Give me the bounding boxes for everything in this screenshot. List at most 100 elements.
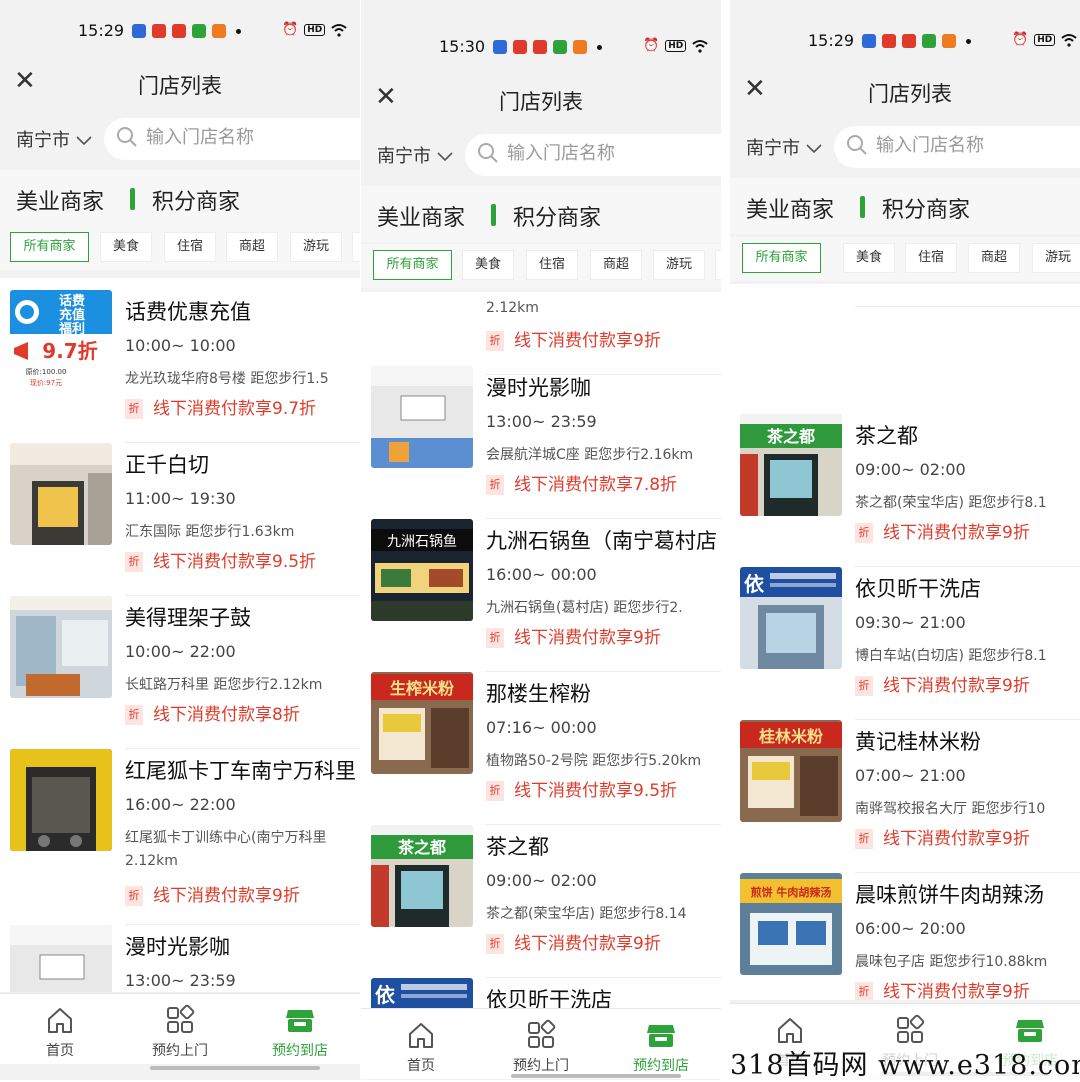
- tab-beauty-merchants[interactable]: 美业商家: [377, 200, 465, 232]
- search-input[interactable]: [505, 142, 709, 165]
- more-notifications-dot: [236, 28, 241, 34]
- store-thumbnail-image: 茶之都: [740, 414, 842, 516]
- filter-chip-more[interactable]: [352, 232, 360, 262]
- wifi-icon: [331, 23, 347, 37]
- search-box[interactable]: [104, 118, 360, 160]
- list-item-partial[interactable]: 2.12km 折线下消费付款享9折: [361, 292, 721, 375]
- filter-chip[interactable]: 所有商家: [373, 250, 452, 280]
- status-time: 15:29: [808, 31, 855, 50]
- tab-home[interactable]: 首页: [361, 1009, 481, 1079]
- tab-label: 预约上门: [152, 1043, 208, 1059]
- store-thumbnail-image: [10, 749, 112, 851]
- tab-book-store[interactable]: 预约到店: [601, 1009, 721, 1079]
- tab-beauty-merchants[interactable]: 美业商家: [746, 192, 834, 224]
- store-name: 晨味煎饼牛肉胡辣汤: [855, 883, 1044, 907]
- filter-chip[interactable]: 美食: [462, 250, 514, 280]
- filter-chip[interactable]: 商超: [968, 243, 1020, 273]
- list-item-partial[interactable]: 07:16~ 00:00植物路50-2号院 距您步行5.20折线下消费付款享9.…: [730, 284, 1080, 307]
- search-box[interactable]: [834, 126, 1080, 168]
- watermark: 318首码网 www.e318.com: [730, 1043, 1080, 1082]
- filter-chip[interactable]: 游玩: [290, 232, 342, 262]
- filter-chip[interactable]: 所有商家: [742, 243, 821, 273]
- search-row: 南宁市: [730, 120, 1080, 172]
- tab-points-merchants[interactable]: 积分商家: [882, 192, 970, 224]
- tab-book-visit[interactable]: 预约上门: [120, 994, 240, 1064]
- filter-chip[interactable]: 商超: [590, 250, 642, 280]
- store-hours: 09:00~ 02:00: [855, 460, 966, 479]
- city-selector[interactable]: 南宁市: [16, 126, 92, 152]
- filter-chip[interactable]: 住宿: [905, 243, 957, 273]
- filter-chip[interactable]: 美食: [100, 232, 152, 262]
- filter-chip-more[interactable]: [715, 250, 721, 280]
- tab-label: 首页: [407, 1058, 435, 1074]
- store-name: 漫时光影咖: [125, 935, 230, 959]
- filter-chip[interactable]: 住宿: [164, 232, 216, 262]
- active-tab-indicator: [860, 196, 865, 218]
- tab-points-merchants[interactable]: 积分商家: [513, 200, 601, 232]
- chevron-down-icon: [800, 138, 822, 159]
- thumb-small-2: 现价:97元: [30, 379, 62, 387]
- store-thumbnail: 九洲石锅鱼: [371, 519, 473, 621]
- nav-bar: ✕ 门店列表: [361, 74, 721, 124]
- tab-book-visit[interactable]: 预约上门: [481, 1009, 601, 1079]
- store-address: 茶之都(荣宝华店) 距您步行8.1: [855, 495, 1047, 511]
- tab-book-store[interactable]: 预约到店: [240, 994, 360, 1064]
- city-selector[interactable]: 南宁市: [746, 134, 822, 160]
- promo-text: 线下消费付款享7.8折: [514, 475, 678, 495]
- tab-beauty-merchants[interactable]: 美业商家: [16, 184, 104, 216]
- divider: [855, 306, 1080, 307]
- store-promo: 折线下消费付款享8折: [125, 700, 300, 725]
- bottom-tab-bar: 首页 预约上门 预约到店: [361, 1008, 721, 1079]
- grid-icon: [897, 1014, 925, 1043]
- store-thumbnail-image: 依: [371, 978, 473, 1008]
- home-indicator[interactable]: [150, 1066, 320, 1070]
- list-item[interactable]: 红尾狐卡丁车南宁万科里 16:00~ 22:00 红尾狐卡丁训练中心(南宁万科里 2.…: [0, 749, 360, 925]
- filter-chip[interactable]: 住宿: [526, 250, 578, 280]
- list-item[interactable]: 煎饼 牛肉胡辣汤 晨味煎饼牛肉胡辣汤 06:00~ 20:00 晨味包子店 距您步行…: [730, 873, 1080, 1000]
- store-thumbnail: 话费 充值 福利 9.7折 原价:100.00 现价:97元: [10, 290, 112, 392]
- tab-home[interactable]: 首页: [0, 994, 120, 1064]
- store-hours: 10:00~ 22:00: [125, 642, 236, 661]
- promo-text: 线下消费付款享9折: [883, 676, 1030, 696]
- list-item[interactable]: 依 依贝昕干洗店: [361, 978, 721, 1008]
- tab-points-merchants[interactable]: 积分商家: [152, 184, 240, 216]
- store-thumbnail-image: 生榨米粉: [371, 672, 473, 774]
- filter-chip[interactable]: 游玩: [1032, 243, 1080, 273]
- list-item[interactable]: 茶之都 茶之都 09:00~ 02:00 茶之都(荣宝华店) 距您步行8.1 折线下消…: [730, 414, 1080, 567]
- list-item[interactable]: 桂林米粉 黄记桂林米粉 07:00~ 21:00 南骅驾校报名大厅 距您步行10 折线…: [730, 720, 1080, 873]
- tab-label: 预约到店: [633, 1058, 689, 1074]
- filter-chips: 所有商家 美食 住宿 商超 游玩: [361, 244, 721, 288]
- list-item[interactable]: 话费 充值 福利 9.7折 原价:100.00 现价:97元 话费优惠充值 10:0…: [0, 290, 360, 443]
- tab-icon: [525, 1019, 557, 1051]
- filter-chip[interactable]: 所有商家: [10, 232, 89, 262]
- city-selector[interactable]: 南宁市: [377, 142, 453, 168]
- filter-chip[interactable]: 游玩: [653, 250, 705, 280]
- store-thumbnail-image: [10, 925, 112, 992]
- list-item[interactable]: 生榨米粉 那楼生榨粉 07:16~ 00:00 植物路50-2号院 距您步行5.20…: [361, 672, 721, 825]
- discount-tag-icon: 折: [125, 399, 143, 419]
- search-row: 南宁市: [361, 128, 721, 180]
- store-promo: 折线下消费付款享9折: [855, 671, 1030, 696]
- thumb-text-2: 充值: [59, 307, 85, 323]
- home-icon: [409, 1023, 433, 1048]
- list-item[interactable]: 依 依贝昕干洗店 09:30~ 21:00 博白车站(白切店) 距您步行8.1 折线下…: [730, 567, 1080, 720]
- store-name: 正千白切: [125, 453, 209, 477]
- store-name: 话费优惠充值: [125, 300, 251, 324]
- list-item[interactable]: 漫时光影咖 13:00~ 23:59: [0, 925, 360, 992]
- list-item[interactable]: 九洲石锅鱼 九洲石锅鱼（南宁葛村店 16:00~ 00:00 九洲石锅鱼(葛村店) …: [361, 519, 721, 672]
- store-thumbnail-image: [371, 366, 473, 468]
- list-item[interactable]: 美得理架子鼓 10:00~ 22:00 长虹路万科里 距您步行2.12km 折线下消费…: [0, 596, 360, 749]
- screen-panel-3: 15:29 ⏰ HD ✕门店列表南宁市 美业商家 积分商家所有商家美食住宿商超游玩 07…: [730, 0, 1080, 1080]
- tab-label: 首页: [46, 1043, 74, 1059]
- search-box[interactable]: [465, 134, 721, 176]
- filter-chip[interactable]: 美食: [843, 243, 895, 273]
- list-item[interactable]: 正千白切 11:00~ 19:30 汇东国际 距您步行1.63km 折线下消费付款享9…: [0, 443, 360, 596]
- notification-icons: [862, 34, 975, 48]
- list-item[interactable]: 漫时光影咖 13:00~ 23:59 会展航洋城C座 距您步行2.16km 折线下消费…: [361, 366, 721, 519]
- search-input[interactable]: [874, 134, 1078, 157]
- list-item[interactable]: 茶之都 茶之都 09:00~ 02:00 茶之都(荣宝华店) 距您步行8.14 折线下…: [361, 825, 721, 978]
- home-indicator[interactable]: [511, 1074, 681, 1078]
- search-input[interactable]: [144, 126, 348, 149]
- filter-chip[interactable]: 商超: [226, 232, 278, 262]
- thumb-text-1: 茶之都: [766, 427, 815, 446]
